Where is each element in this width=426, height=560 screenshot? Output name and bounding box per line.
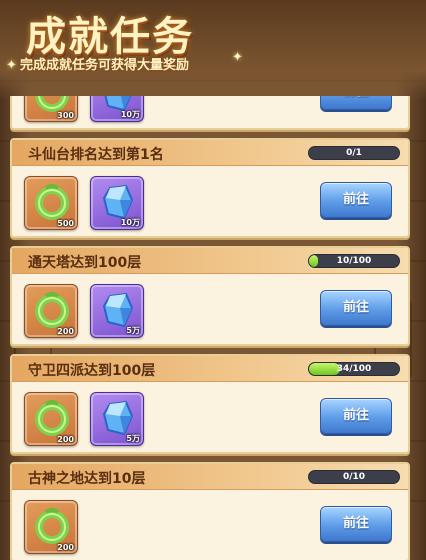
crystal-icon bbox=[102, 400, 134, 436]
jade-ring-icon bbox=[35, 184, 69, 220]
task-header: 通天塔达到100层 10/100 bbox=[12, 248, 408, 274]
sparkle-icon: ✦ bbox=[6, 58, 17, 73]
task-body: 200 5万 前往 bbox=[12, 274, 408, 344]
task-header: 古神之地达到10层 0/10 bbox=[12, 464, 408, 490]
task-body: 500 10万 前往 bbox=[12, 166, 408, 236]
reward-quantity: 500 bbox=[57, 219, 74, 228]
progress-text: 10/100 bbox=[336, 256, 372, 266]
task-card: 300 10万 前往 bbox=[10, 96, 410, 130]
progress-text: 34/100 bbox=[336, 364, 372, 374]
reward-slot[interactable]: 200 bbox=[24, 500, 78, 554]
task-title: 古神之地达到10层 bbox=[28, 471, 146, 487]
go-button[interactable]: 前往 bbox=[320, 290, 392, 326]
reward-quantity: 10万 bbox=[120, 110, 140, 119]
crystal-icon bbox=[102, 292, 134, 328]
reward-slot[interactable]: 5万 bbox=[90, 392, 144, 446]
go-button[interactable]: 前往 bbox=[320, 506, 392, 542]
progress-bar: 34/100 bbox=[308, 362, 400, 376]
crystal-icon bbox=[102, 184, 134, 220]
reward-quantity: 5万 bbox=[126, 434, 140, 443]
reward-quantity: 200 bbox=[57, 435, 74, 444]
reward-slot[interactable]: 5万 bbox=[90, 284, 144, 338]
achievement-screen: 成就任务 ✦ 完成成就任务可获得大量奖励 ✦ 300 10万 前往 bbox=[0, 0, 426, 560]
go-button[interactable]: 前往 bbox=[320, 96, 392, 110]
reward-slot[interactable]: 200 bbox=[24, 392, 78, 446]
task-card: 守卫四派达到100层 34/100 200 5万 前往 bbox=[10, 354, 410, 454]
jade-ring-icon bbox=[35, 508, 69, 544]
task-title: 守卫四派达到100层 bbox=[28, 363, 156, 379]
task-title: 通天塔达到100层 bbox=[28, 255, 142, 271]
task-card: 斗仙台排名达到第1名 0/1 500 10万 前往 bbox=[10, 138, 410, 238]
reward-slot[interactable]: 200 bbox=[24, 284, 78, 338]
progress-text: 0/1 bbox=[346, 148, 362, 158]
reward-slot[interactable]: 300 bbox=[24, 96, 78, 122]
reward-quantity: 10万 bbox=[120, 218, 140, 227]
reward-quantity: 200 bbox=[57, 327, 74, 336]
sparkle-icon: ✦ bbox=[232, 50, 243, 65]
reward-quantity: 200 bbox=[57, 543, 74, 552]
reward-slot[interactable]: 500 bbox=[24, 176, 78, 230]
task-header: 斗仙台排名达到第1名 0/1 bbox=[12, 140, 408, 166]
jade-ring-icon bbox=[35, 292, 69, 328]
task-body: 200 前往 bbox=[12, 490, 408, 560]
reward-slot[interactable]: 10万 bbox=[90, 176, 144, 230]
task-body: 300 10万 前往 bbox=[12, 96, 408, 128]
go-button[interactable]: 前往 bbox=[320, 398, 392, 434]
progress-text: 0/10 bbox=[342, 472, 366, 482]
page-subtitle: 完成成就任务可获得大量奖励 bbox=[20, 58, 190, 73]
reward-quantity: 300 bbox=[57, 111, 74, 120]
progress-bar: 0/1 bbox=[308, 146, 400, 160]
jade-ring-icon bbox=[35, 400, 69, 436]
reward-slot[interactable]: 10万 bbox=[90, 96, 144, 122]
task-card: 通天塔达到100层 10/100 200 5万 前往 bbox=[10, 246, 410, 346]
task-card: 古神之地达到10层 0/10 200 前往 bbox=[10, 462, 410, 560]
progress-bar: 10/100 bbox=[308, 254, 400, 268]
reward-quantity: 5万 bbox=[126, 326, 140, 335]
progress-bar: 0/10 bbox=[308, 470, 400, 484]
task-header: 守卫四派达到100层 34/100 bbox=[12, 356, 408, 382]
task-list[interactable]: 300 10万 前往 斗仙台排名达到第1名 0/1 bbox=[10, 96, 412, 560]
task-title: 斗仙台排名达到第1名 bbox=[28, 147, 164, 163]
task-body: 200 5万 前往 bbox=[12, 382, 408, 452]
go-button[interactable]: 前往 bbox=[320, 182, 392, 218]
header: 成就任务 ✦ 完成成就任务可获得大量奖励 ✦ bbox=[0, 0, 426, 100]
